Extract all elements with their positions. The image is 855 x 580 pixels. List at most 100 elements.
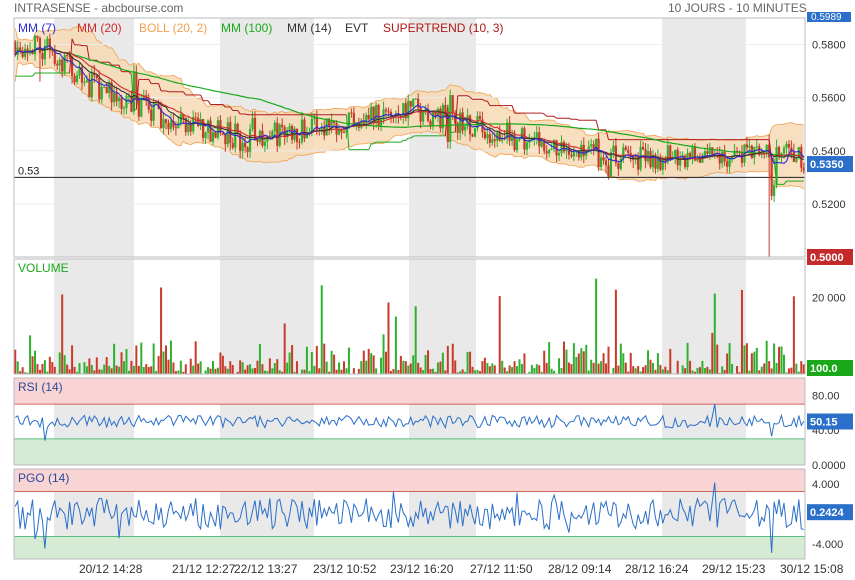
volume-bar: [429, 369, 432, 374]
volume-bar: [446, 345, 449, 374]
x-axis-label: 21/12 12:27: [172, 562, 236, 576]
candle-body: [140, 98, 143, 117]
volume-bar: [110, 368, 113, 374]
volume-bar: [313, 365, 316, 374]
pgo-current-badge: 0.2424: [810, 507, 845, 519]
price-tick-label: 0.5800: [812, 40, 846, 52]
volume-bar: [288, 352, 291, 374]
volume-bar: [753, 351, 756, 374]
volume-bar: [543, 350, 546, 374]
volume-bar: [642, 367, 645, 374]
candle-body: [491, 139, 494, 143]
volume-bar: [580, 348, 583, 374]
volume-bar: [399, 355, 402, 374]
volume-bar: [562, 341, 565, 374]
volume-bar: [745, 343, 748, 374]
candle-body: [214, 132, 217, 138]
volume-bar: [14, 349, 17, 374]
volume-bar: [476, 369, 479, 374]
candle-body: [236, 123, 239, 134]
volume-bar: [503, 367, 506, 374]
candle-body: [644, 149, 647, 162]
volume-bar: [721, 366, 724, 374]
volume-bar: [382, 334, 385, 374]
volume-bar: [488, 366, 491, 374]
candle-body: [263, 141, 266, 146]
volume-bar: [34, 350, 37, 374]
header-title: INTRASENSE - abcbourse.com: [14, 1, 183, 15]
candle-body: [53, 51, 56, 64]
volume-bar: [61, 294, 64, 374]
candle-body: [56, 63, 59, 66]
x-axis-label: 30/12 15:08: [780, 562, 844, 576]
candle-body: [412, 99, 415, 107]
volume-bar: [409, 363, 412, 374]
legend-item-6: SUPERTREND (10, 3): [383, 21, 503, 35]
candle-body: [726, 161, 729, 167]
volume-bar: [661, 369, 664, 374]
header-period: 10 JOURS - 10 MINUTES: [668, 1, 807, 15]
candle-body: [61, 59, 64, 72]
volume-bar: [251, 368, 254, 374]
volume-bar: [273, 363, 276, 374]
volume-bar: [765, 340, 768, 374]
volume-bar: [681, 365, 684, 374]
volume-bar: [782, 354, 785, 374]
day-shade-vol: [220, 259, 314, 374]
candle-body: [66, 55, 69, 57]
legend-item-2: BOLL (20, 2): [139, 21, 207, 35]
volume-bar: [600, 361, 603, 374]
candle-body: [414, 98, 417, 100]
volume-bar: [501, 360, 504, 374]
candle-body: [782, 147, 786, 154]
volume-bar: [481, 361, 484, 374]
candle-body: [604, 160, 608, 166]
volume-bar: [214, 368, 217, 374]
candle-body: [150, 109, 153, 121]
volume-bar: [63, 355, 66, 374]
candle-body: [365, 114, 368, 124]
volume-bar: [347, 347, 350, 374]
candle-body: [204, 132, 207, 138]
candle-body: [125, 96, 128, 109]
volume-bar: [31, 356, 34, 374]
volume-bar: [140, 342, 143, 374]
volume-bar: [167, 359, 170, 374]
candle-body: [377, 104, 380, 126]
candle-body: [246, 147, 249, 152]
volume-bar: [414, 306, 417, 374]
volume-bar: [770, 368, 773, 374]
volume-bar: [325, 361, 328, 374]
candle-body: [162, 119, 165, 129]
candle-body: [83, 82, 86, 84]
volume-bar: [654, 369, 657, 374]
pgo-overbought-zone: [14, 469, 805, 492]
volume-bar: [335, 369, 338, 374]
candle-body: [224, 134, 227, 145]
volume-bar: [392, 368, 395, 374]
volume-bar: [740, 289, 743, 374]
volume-bar: [365, 360, 368, 374]
candle-body: [120, 97, 123, 109]
volume-bar: [41, 364, 44, 374]
volume-bar: [184, 364, 187, 374]
volume-bar: [130, 360, 133, 374]
legend-item-0: MM (7): [18, 21, 56, 35]
candle-body: [402, 103, 405, 118]
volume-bar: [427, 350, 430, 374]
volume-bar: [78, 363, 81, 374]
candle-body: [19, 47, 22, 51]
volume-bar: [100, 369, 103, 374]
volume-bar: [684, 368, 687, 374]
candle-body: [800, 147, 803, 168]
candle-body: [231, 143, 234, 148]
volume-bar: [792, 296, 795, 374]
candle-body: [493, 139, 496, 141]
volume-bar: [516, 366, 519, 374]
volume-bar: [48, 356, 51, 374]
volume-bar: [165, 345, 168, 374]
candle-body: [609, 152, 613, 177]
volume-bar: [748, 370, 751, 374]
candle-body: [295, 128, 299, 143]
candle-body: [473, 128, 477, 137]
